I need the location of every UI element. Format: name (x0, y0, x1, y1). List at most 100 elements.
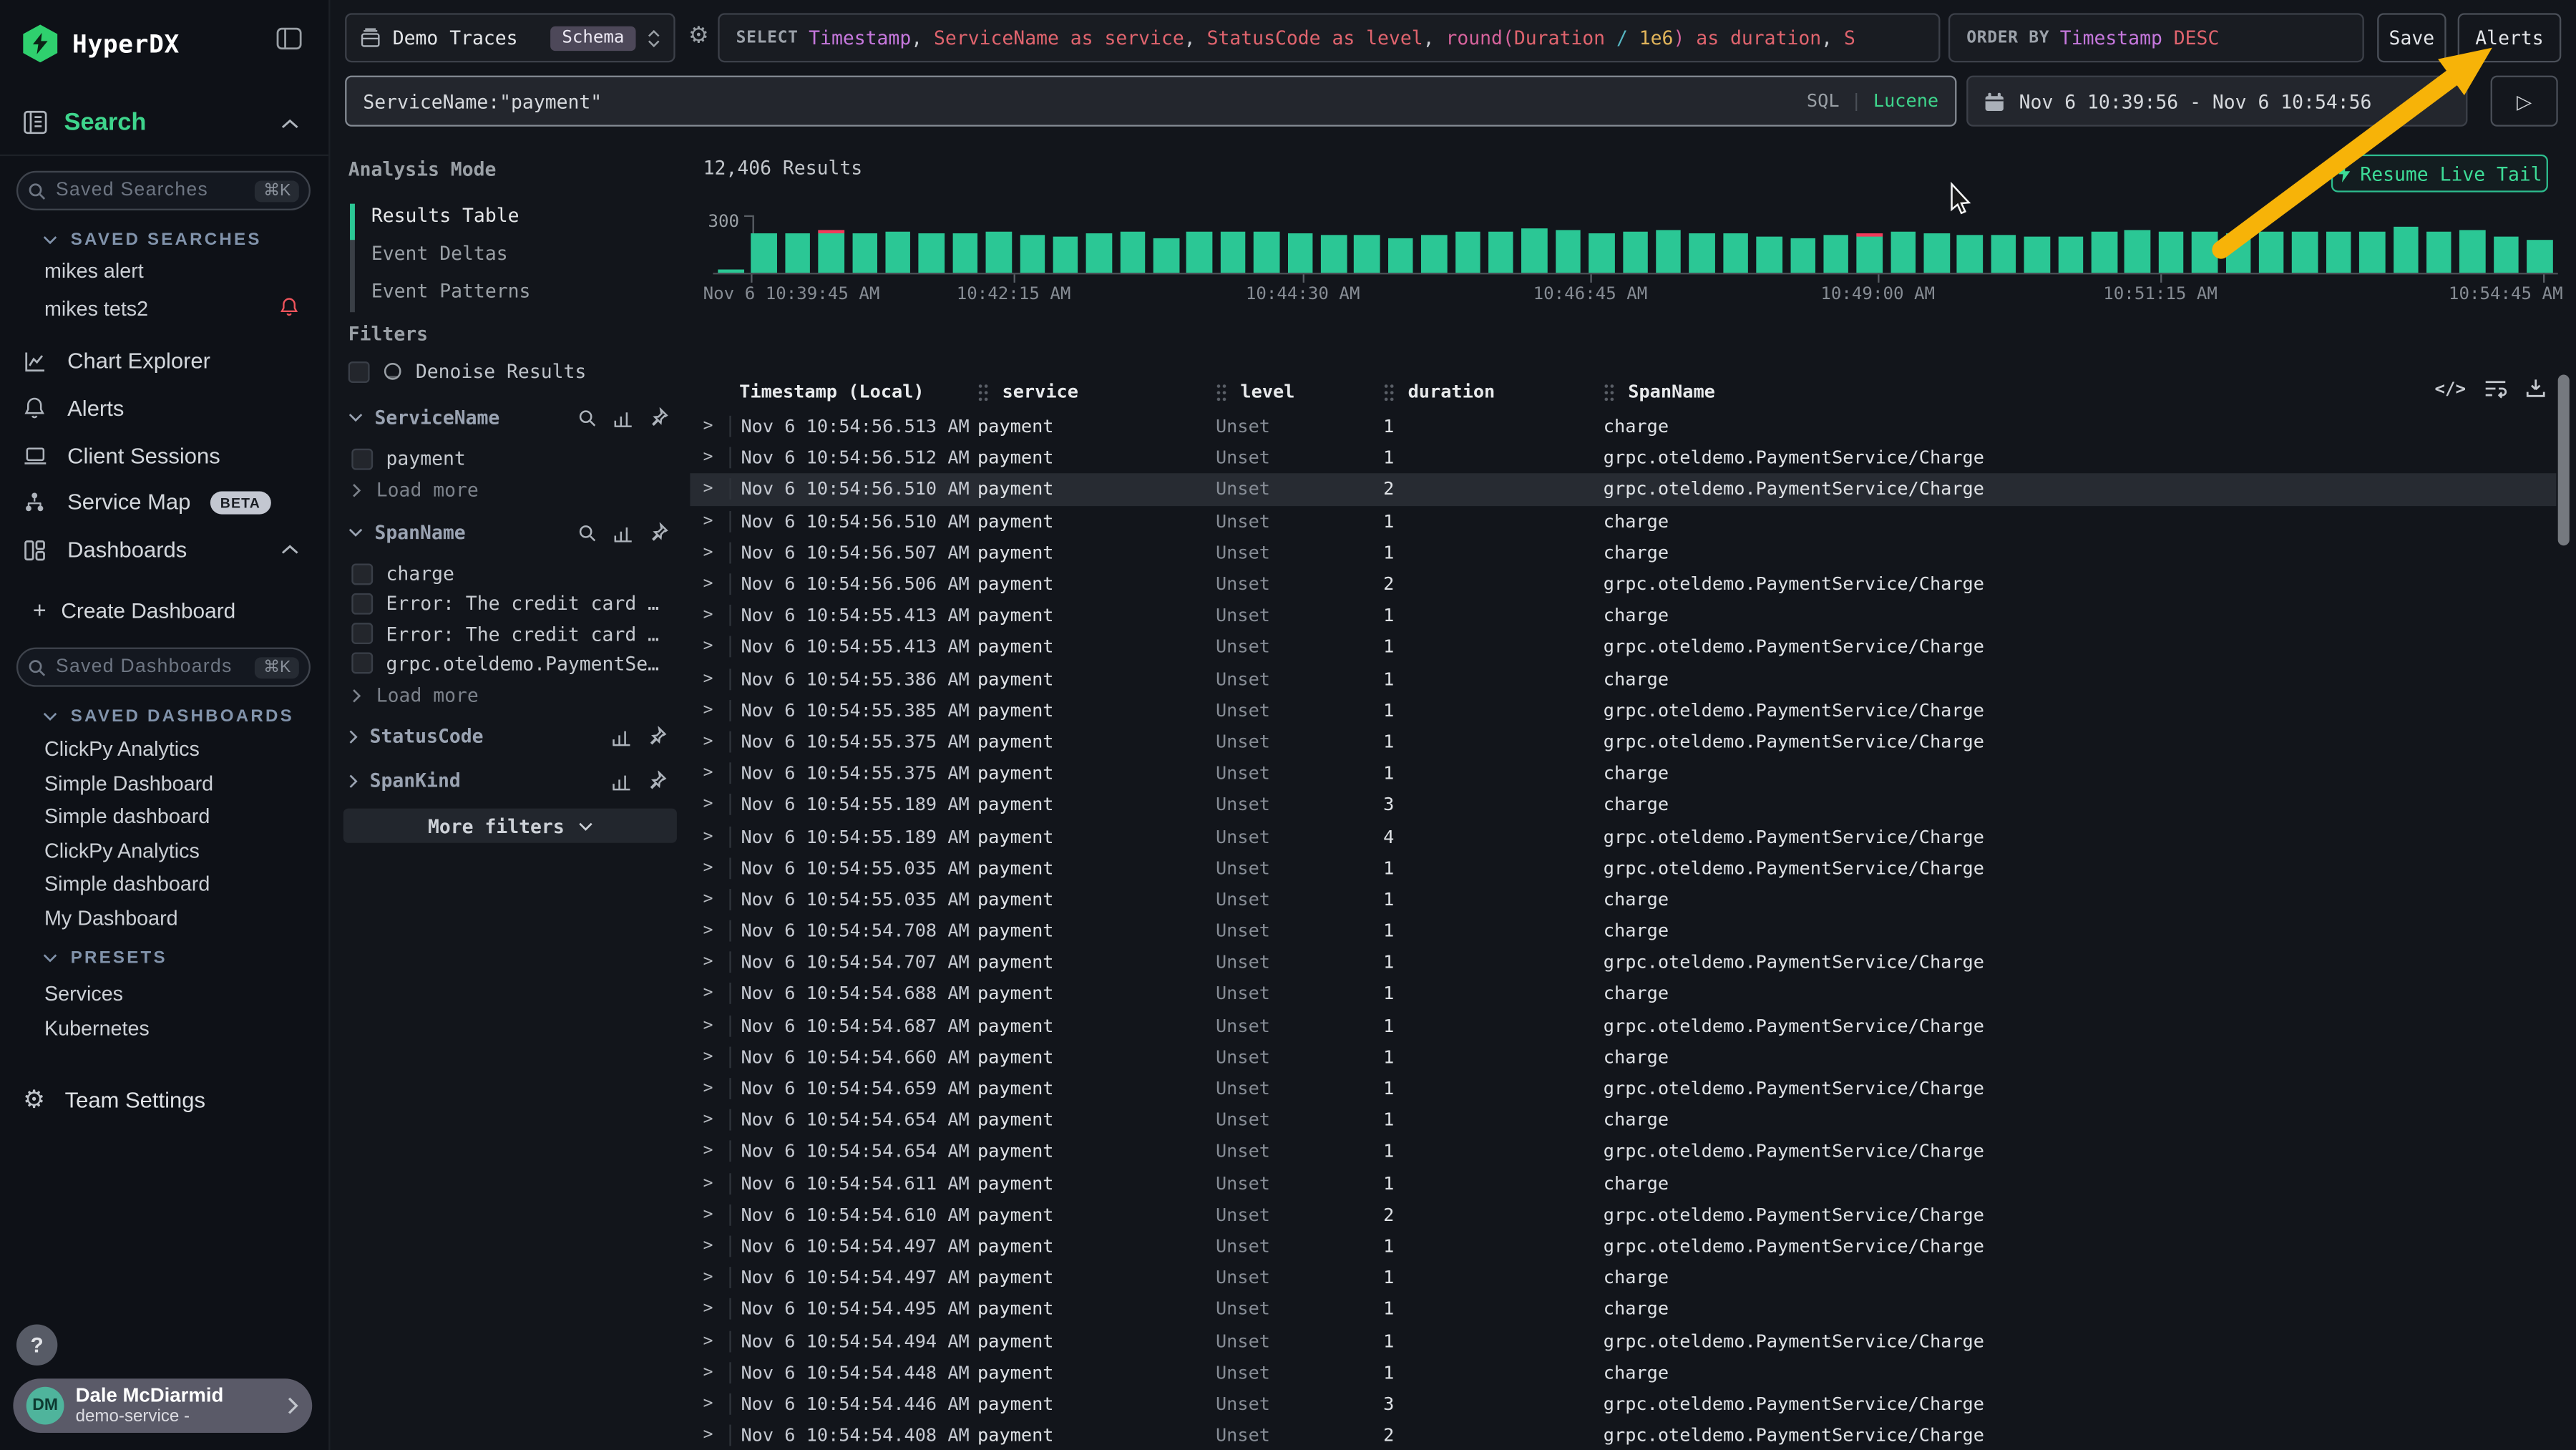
row-expand-icon[interactable]: > (690, 638, 729, 656)
row-expand-icon[interactable]: > (690, 985, 729, 1003)
chevron-up-icon[interactable] (281, 118, 299, 130)
saved-dashboard-item[interactable]: Simple dashboard (44, 872, 210, 895)
scrollbar-thumb[interactable] (2558, 374, 2570, 545)
source-select[interactable]: Demo Traces Schema (345, 13, 675, 62)
download-icon[interactable] (2525, 378, 2547, 399)
table-row[interactable]: >Nov 6 10:54:54.446 AMpaymentUnset3grpc.… (690, 1388, 2556, 1420)
checkbox[interactable] (348, 361, 370, 382)
filter-value-row[interactable]: charge (351, 562, 454, 585)
saved-dashboard-item[interactable]: Simple dashboard (44, 805, 210, 828)
checkbox[interactable] (351, 623, 373, 644)
checkbox[interactable] (351, 448, 373, 469)
row-expand-icon[interactable]: > (690, 1395, 729, 1413)
filter-group-statuscode[interactable]: StatusCode (348, 724, 484, 747)
row-expand-icon[interactable]: > (690, 827, 729, 845)
sidebar-item-alerts[interactable]: Alerts (23, 396, 124, 420)
resume-live-tail-button[interactable]: Resume Live Tail (2331, 155, 2548, 193)
row-expand-icon[interactable]: > (690, 1237, 729, 1255)
saved-searches-header[interactable]: SAVED SEARCHES (43, 230, 262, 250)
table-row[interactable]: >Nov 6 10:54:54.708 AMpaymentUnset1charg… (690, 915, 2556, 947)
run-query-button[interactable]: ▷ (2491, 76, 2558, 127)
row-expand-icon[interactable]: > (690, 764, 729, 782)
table-row[interactable]: >Nov 6 10:54:54.687 AMpaymentUnset1grpc.… (690, 1010, 2556, 1041)
presets-header[interactable]: PRESETS (43, 948, 167, 968)
table-row[interactable]: >Nov 6 10:54:55.386 AMpaymentUnset1charg… (690, 663, 2556, 694)
drag-handle-icon[interactable] (977, 382, 989, 400)
save-button[interactable]: Save (2377, 13, 2446, 62)
table-row[interactable]: >Nov 6 10:54:54.688 AMpaymentUnset1charg… (690, 978, 2556, 1010)
row-expand-icon[interactable]: > (690, 1016, 729, 1034)
source-settings-gear-icon[interactable]: ⚙ (688, 21, 709, 49)
row-expand-icon[interactable]: > (690, 890, 729, 908)
row-expand-icon[interactable]: > (690, 1048, 729, 1066)
column-header-duration[interactable]: duration (1373, 381, 1594, 402)
table-row[interactable]: >Nov 6 10:54:54.660 AMpaymentUnset1charg… (690, 1041, 2556, 1073)
column-header-level[interactable]: level (1206, 381, 1373, 402)
analysis-mode-results-table[interactable]: Results Table (371, 204, 519, 227)
table-row[interactable]: >Nov 6 10:54:54.611 AMpaymentUnset1charg… (690, 1167, 2556, 1199)
table-row[interactable]: >Nov 6 10:54:56.506 AMpaymentUnset2grpc.… (690, 568, 2556, 600)
table-row[interactable]: >Nov 6 10:54:54.610 AMpaymentUnset2grpc.… (690, 1199, 2556, 1230)
saved-dashboard-item[interactable]: My Dashboard (44, 906, 178, 929)
row-expand-icon[interactable]: > (690, 1426, 729, 1444)
row-expand-icon[interactable]: > (690, 1269, 729, 1287)
table-row[interactable]: >Nov 6 10:54:54.707 AMpaymentUnset1grpc.… (690, 947, 2556, 978)
row-expand-icon[interactable]: > (690, 607, 729, 625)
code-view-icon[interactable]: </> (2435, 379, 2467, 399)
preset-item[interactable]: Services (44, 983, 123, 1006)
bar-chart-icon[interactable] (613, 523, 633, 541)
table-row[interactable]: >Nov 6 10:54:55.035 AMpaymentUnset1charg… (690, 884, 2556, 915)
saved-search-item[interactable]: mikes tets2 (44, 296, 148, 319)
table-row[interactable]: >Nov 6 10:54:55.413 AMpaymentUnset1charg… (690, 600, 2556, 631)
query-language-toggle[interactable]: SQL | Lucene (1807, 90, 1938, 112)
saved-dashboards-header[interactable]: SAVED DASHBOARDS (43, 706, 294, 726)
analysis-mode-event-deltas[interactable]: Event Deltas (371, 241, 508, 264)
saved-dashboard-item[interactable]: Simple Dashboard (44, 772, 213, 794)
search-icon[interactable] (578, 409, 596, 427)
bar-chart-icon[interactable] (611, 727, 631, 745)
column-header-spanname[interactable]: SpanName (1594, 381, 2556, 402)
sidebar-item-chart-explorer[interactable]: Chart Explorer (23, 349, 210, 373)
table-row[interactable]: >Nov 6 10:54:54.495 AMpaymentUnset1charg… (690, 1293, 2556, 1325)
table-row[interactable]: >Nov 6 10:54:55.385 AMpaymentUnset1grpc.… (690, 694, 2556, 726)
select-clause-input[interactable]: SELECT Timestamp, ServiceName as service… (718, 13, 1940, 62)
checkbox[interactable] (351, 653, 373, 674)
table-row[interactable]: >Nov 6 10:54:56.510 AMpaymentUnset1charg… (690, 505, 2556, 537)
pin-icon[interactable] (648, 771, 668, 791)
checkbox[interactable] (351, 593, 373, 614)
row-expand-icon[interactable]: > (690, 953, 729, 971)
saved-dashboard-item[interactable]: ClickPy Analytics (44, 839, 200, 862)
filter-value-row[interactable]: Error: The credit card … (351, 592, 659, 615)
row-expand-icon[interactable]: > (690, 417, 729, 435)
column-header-service[interactable]: service (967, 381, 1206, 402)
row-expand-icon[interactable]: > (690, 575, 729, 593)
sidebar-item-service-map[interactable]: Service MapBETA (23, 490, 270, 515)
row-expand-icon[interactable]: > (690, 1079, 729, 1097)
saved-dashboards-search-input[interactable]: Saved Dashboards ⌘K (16, 648, 311, 687)
drag-handle-icon[interactable] (1216, 382, 1227, 400)
table-row[interactable]: >Nov 6 10:54:55.189 AMpaymentUnset3charg… (690, 789, 2556, 821)
table-row[interactable]: >Nov 6 10:54:54.408 AMpaymentUnset2grpc.… (690, 1420, 2556, 1450)
load-more-button[interactable]: Load more (351, 684, 479, 707)
row-expand-icon[interactable]: > (690, 1363, 729, 1381)
table-row[interactable]: >Nov 6 10:54:55.375 AMpaymentUnset1grpc.… (690, 726, 2556, 758)
search-icon[interactable] (578, 523, 596, 541)
more-filters-button[interactable]: More filters (343, 809, 677, 843)
denoise-results-checkbox-row[interactable]: Denoise Results (348, 360, 587, 383)
table-header[interactable]: Timestamp (Local)serviceleveldurationSpa… (690, 371, 2556, 411)
table-row[interactable]: >Nov 6 10:54:55.375 AMpaymentUnset1charg… (690, 758, 2556, 789)
row-expand-icon[interactable]: > (690, 1143, 729, 1161)
row-expand-icon[interactable]: > (690, 922, 729, 940)
row-expand-icon[interactable]: > (690, 1111, 729, 1129)
drag-handle-icon[interactable] (1604, 382, 1615, 400)
row-expand-icon[interactable]: > (690, 449, 729, 467)
order-by-input[interactable]: ORDER BY Timestamp DESC (1948, 13, 2364, 62)
row-expand-icon[interactable]: > (690, 670, 729, 688)
table-row[interactable]: >Nov 6 10:54:54.497 AMpaymentUnset1grpc.… (690, 1230, 2556, 1262)
preset-item[interactable]: Kubernetes (44, 1017, 150, 1040)
bar-chart-icon[interactable] (611, 772, 631, 789)
column-header-timestamp-local-[interactable]: Timestamp (Local) (729, 381, 967, 402)
analysis-mode-event-patterns[interactable]: Event Patterns (371, 279, 531, 302)
sidebar-item-search[interactable]: Search (23, 109, 146, 137)
row-expand-icon[interactable]: > (690, 701, 729, 719)
